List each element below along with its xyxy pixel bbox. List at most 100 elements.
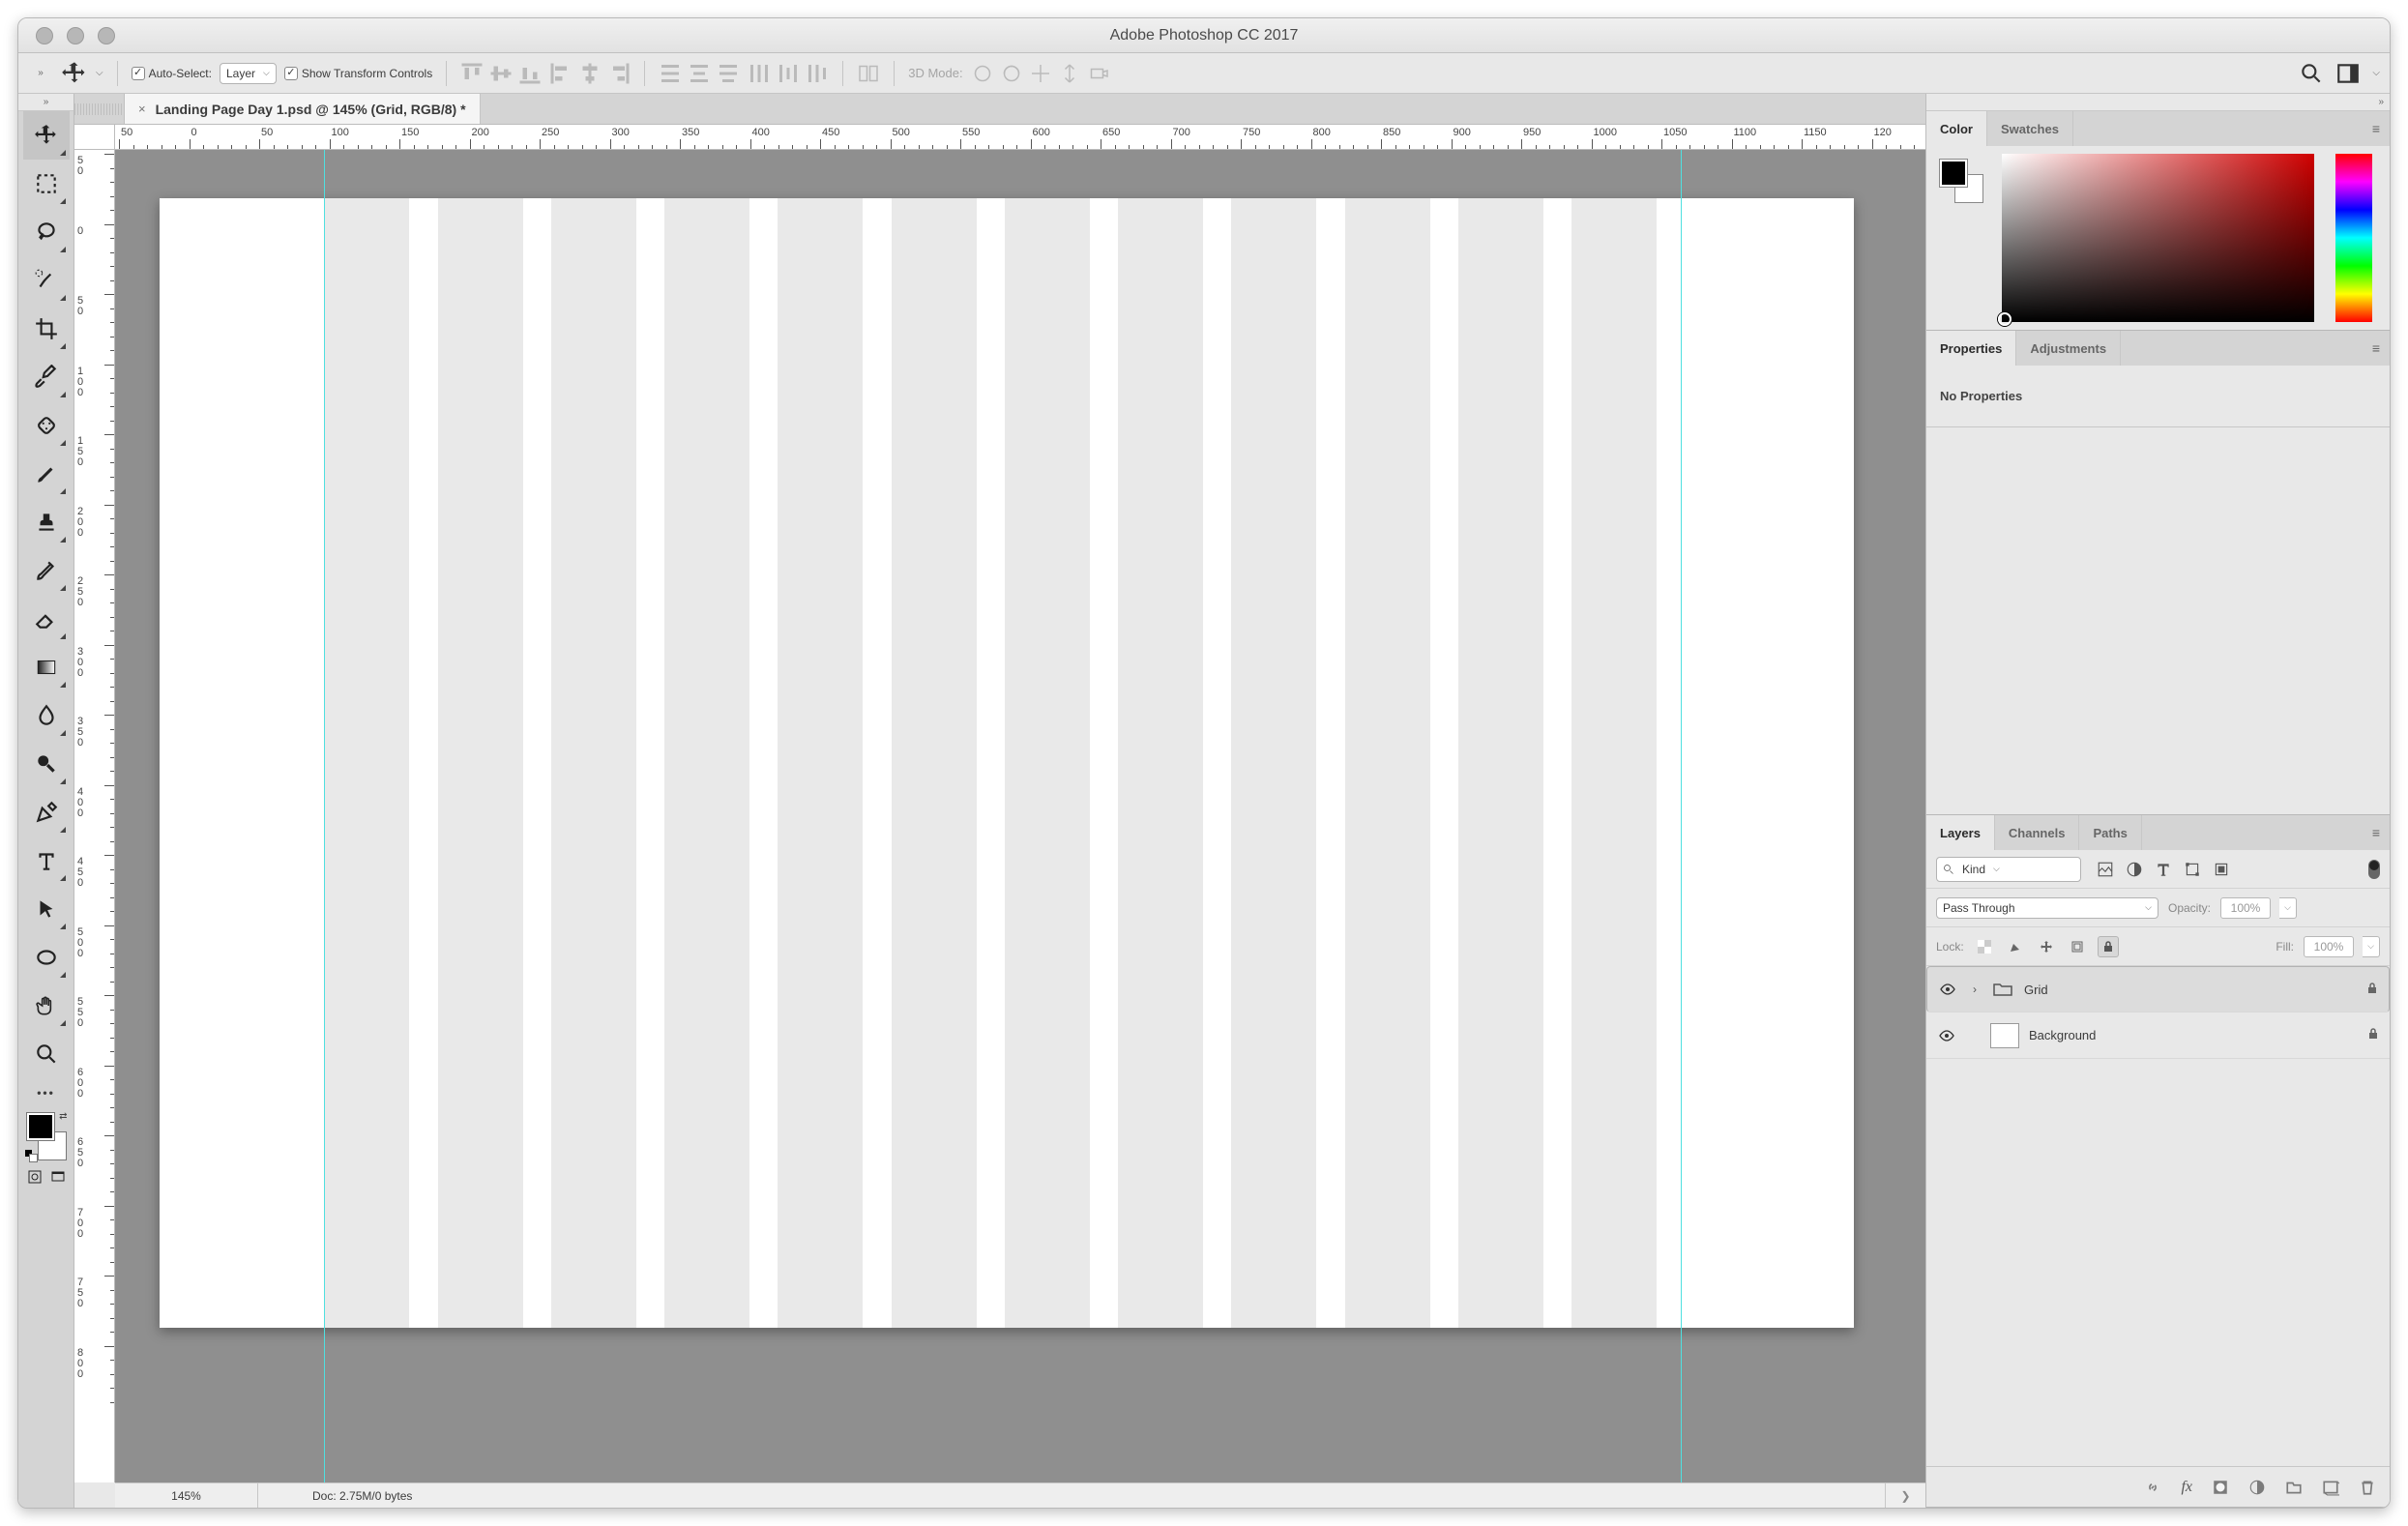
align-left-icon[interactable] xyxy=(549,62,573,85)
move-tool-indicator-icon[interactable] xyxy=(61,60,88,87)
chevron-down-icon[interactable]: ⌵ xyxy=(2372,68,2380,78)
align-hcenter-icon[interactable] xyxy=(578,62,602,85)
align-right-icon[interactable] xyxy=(607,62,631,85)
auto-select-dropdown[interactable]: Layer ⌵ xyxy=(220,63,277,84)
tab-adjustments[interactable]: Adjustments xyxy=(2016,331,2121,366)
show-transform-checkbox[interactable]: Show Transform Controls xyxy=(284,67,432,80)
marquee-tool[interactable] xyxy=(23,160,70,208)
chevron-down-icon[interactable]: ⌵ xyxy=(2363,936,2380,957)
chevron-down-icon[interactable]: ⌵ xyxy=(2279,897,2297,919)
filter-type-icon[interactable] xyxy=(2155,861,2172,878)
lock-trans-icon[interactable] xyxy=(1974,936,1995,957)
close-window-icon[interactable] xyxy=(36,27,53,44)
layer-row[interactable]: ›Grid xyxy=(1926,966,2390,1012)
3d-orbit-icon[interactable] xyxy=(971,62,994,85)
panel-menu-icon[interactable]: ≡ xyxy=(2363,825,2390,840)
dist-hcenter-icon[interactable] xyxy=(777,62,800,85)
edit-toolbar-icon[interactable]: ••• xyxy=(23,1078,70,1107)
tab-swatches[interactable]: Swatches xyxy=(1987,111,2073,146)
ruler-corner[interactable] xyxy=(74,125,115,150)
visibility-icon[interactable] xyxy=(1937,979,1958,1000)
tab-layers[interactable]: Layers xyxy=(1926,815,1995,850)
lock-icon[interactable] xyxy=(2365,982,2379,998)
align-top-icon[interactable] xyxy=(460,62,484,85)
dist-bottom-icon[interactable] xyxy=(717,62,740,85)
expand-icon[interactable]: › xyxy=(1968,983,1982,996)
canvas-viewport[interactable] xyxy=(115,150,1925,1482)
lock-artboard-icon[interactable] xyxy=(2067,936,2088,957)
eyedropper-tool[interactable] xyxy=(23,353,70,401)
link-icon[interactable] xyxy=(2144,1479,2161,1496)
filter-shape-icon[interactable] xyxy=(2184,861,2201,878)
hand-tool[interactable] xyxy=(23,982,70,1030)
3d-slide-icon[interactable] xyxy=(1058,62,1081,85)
foreground-color-icon[interactable] xyxy=(27,1113,54,1140)
lock-position-icon[interactable] xyxy=(2036,936,2057,957)
status-expand-icon[interactable]: ❯ xyxy=(1885,1483,1925,1508)
healing-tool[interactable] xyxy=(23,401,70,450)
filter-adjust-icon[interactable] xyxy=(2126,861,2143,878)
auto-select-checkbox[interactable]: Auto-Select: xyxy=(132,67,212,80)
layer-row[interactable]: Background xyxy=(1926,1012,2390,1059)
tab-grip[interactable] xyxy=(74,94,125,124)
lock-all-icon[interactable] xyxy=(2098,936,2119,957)
home-chevron-icon[interactable]: » xyxy=(28,53,53,93)
search-icon[interactable] xyxy=(2299,61,2324,86)
lasso-tool[interactable] xyxy=(23,208,70,256)
fg-swatch-icon[interactable] xyxy=(1940,160,1967,187)
panel-menu-icon[interactable]: ≡ xyxy=(2363,121,2390,136)
artboard[interactable] xyxy=(160,198,1854,1328)
mask-icon[interactable] xyxy=(2212,1479,2229,1496)
dist-right-icon[interactable] xyxy=(806,62,829,85)
auto-align-icon[interactable] xyxy=(857,62,880,85)
align-bottom-icon[interactable] xyxy=(518,62,542,85)
stamp-tool[interactable] xyxy=(23,498,70,546)
dist-left-icon[interactable] xyxy=(748,62,771,85)
default-colors-icon[interactable] xyxy=(25,1150,37,1161)
gradient-tool[interactable] xyxy=(23,643,70,691)
color-picker[interactable] xyxy=(1926,146,2390,330)
adjustment-layer-icon[interactable] xyxy=(2248,1479,2266,1496)
close-icon[interactable]: × xyxy=(138,102,146,116)
crop-tool[interactable] xyxy=(23,305,70,353)
dist-top-icon[interactable] xyxy=(659,62,682,85)
filter-pixel-icon[interactable] xyxy=(2097,861,2114,878)
hue-strip[interactable] xyxy=(2335,154,2372,322)
3d-pan-icon[interactable] xyxy=(1029,62,1052,85)
foreground-background-swatch[interactable]: ⇄ xyxy=(23,1109,70,1163)
new-group-icon[interactable] xyxy=(2285,1479,2303,1496)
path-select-tool[interactable] xyxy=(23,885,70,933)
eraser-tool[interactable] xyxy=(23,595,70,643)
dodge-tool[interactable] xyxy=(23,740,70,788)
tab-properties[interactable]: Properties xyxy=(1926,331,2016,366)
blend-mode-dropdown[interactable]: Pass Through ⌵ xyxy=(1936,897,2158,919)
visibility-icon[interactable] xyxy=(1936,1025,1957,1046)
ruler-vertical[interactable]: 5005010015020025030035040045050055060065… xyxy=(74,150,115,1482)
align-vcenter-icon[interactable] xyxy=(489,62,513,85)
tab-color[interactable]: Color xyxy=(1926,111,1987,146)
blur-tool[interactable] xyxy=(23,691,70,740)
fx-icon[interactable]: fx xyxy=(2181,1479,2192,1496)
history-brush-tool[interactable] xyxy=(23,546,70,595)
tab-channels[interactable]: Channels xyxy=(1995,815,2080,850)
quickmask-icon[interactable] xyxy=(23,1163,46,1190)
filter-smart-icon[interactable] xyxy=(2213,861,2230,878)
filter-toggle[interactable] xyxy=(2368,860,2380,879)
layer-tree[interactable]: ›GridBackground xyxy=(1926,966,2390,1466)
shape-tool[interactable] xyxy=(23,933,70,982)
trash-icon[interactable] xyxy=(2359,1479,2376,1496)
zoom-level[interactable]: 145% xyxy=(115,1483,258,1508)
tool-collapse-icon[interactable]: » xyxy=(18,94,73,111)
tab-paths[interactable]: Paths xyxy=(2079,815,2141,850)
fill-input[interactable]: 100% xyxy=(2304,936,2354,957)
new-layer-icon[interactable] xyxy=(2322,1479,2339,1496)
panels-collapse-icon[interactable]: » xyxy=(1926,94,2390,111)
lock-icon[interactable] xyxy=(2366,1027,2380,1043)
swap-colors-icon[interactable]: ⇄ xyxy=(59,1111,67,1122)
type-tool[interactable] xyxy=(23,836,70,885)
document-tab[interactable]: × Landing Page Day 1.psd @ 145% (Grid, R… xyxy=(125,94,481,124)
screenmode-icon[interactable] xyxy=(46,1163,70,1190)
opacity-input[interactable]: 100% xyxy=(2220,897,2271,919)
workspace-switcher-icon[interactable] xyxy=(2335,61,2361,86)
pen-tool[interactable] xyxy=(23,788,70,836)
